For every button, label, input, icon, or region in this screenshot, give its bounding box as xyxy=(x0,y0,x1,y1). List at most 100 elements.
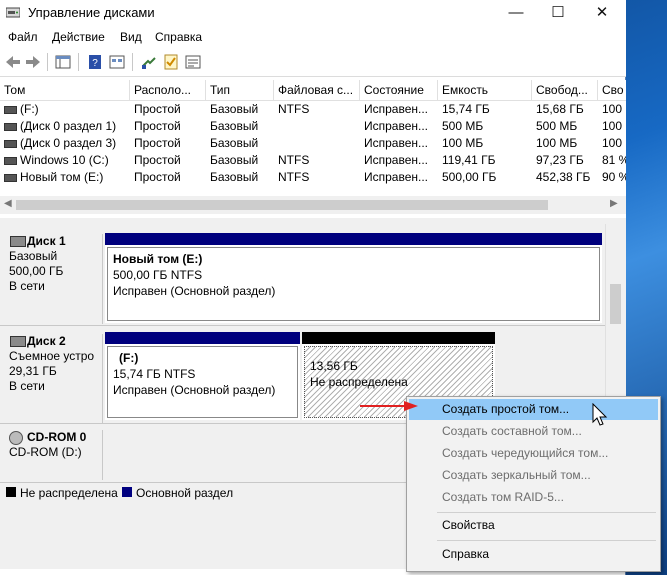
menu-view[interactable]: Вид xyxy=(120,30,142,44)
back-arrow-icon[interactable] xyxy=(4,53,22,71)
menu-create-spanned-volume[interactable]: Создать составной том... xyxy=(409,421,658,442)
table-cell: 100 МБ xyxy=(438,135,532,152)
maximize-button[interactable]: ☐ xyxy=(536,0,580,27)
table-cell xyxy=(274,135,360,152)
cell-text: Простой xyxy=(134,136,181,150)
disk2-info[interactable]: Диск 2 Съемное устро 29,31 ГБ В сети xyxy=(0,334,103,424)
volume-list: Том Располо... Тип Файловая с... Состоян… xyxy=(0,80,626,218)
column-percent-free[interactable]: Сво xyxy=(598,80,626,100)
cell-text: NTFS xyxy=(278,170,310,184)
scrollbar-thumb[interactable] xyxy=(16,200,548,210)
help-icon[interactable]: ? xyxy=(86,53,104,71)
scrollbar-thumb[interactable] xyxy=(610,284,621,324)
toolbar-separator xyxy=(47,53,48,71)
table-row[interactable]: Новый том (E:) Простой Базовый NTFS Исправен… xyxy=(0,169,626,186)
disk1-status: В сети xyxy=(9,279,45,293)
table-cell: Windows 10 (C:) xyxy=(0,152,130,169)
table-cell: 100 МБ xyxy=(532,135,598,152)
menu-create-simple-volume[interactable]: Создать простой том... xyxy=(409,399,658,420)
partition-status: Исправен (Основной раздел) xyxy=(113,383,276,397)
table-cell: Базовый xyxy=(206,169,274,186)
cell-text: Базовый xyxy=(210,136,259,150)
properties-icon[interactable] xyxy=(108,53,126,71)
menu-file[interactable]: Файл xyxy=(8,30,38,44)
close-button[interactable]: ✕ xyxy=(580,0,624,27)
menu-help[interactable]: Справка xyxy=(155,30,202,44)
table-cell: Базовый xyxy=(206,101,274,118)
column-layout[interactable]: Располо... xyxy=(130,80,206,100)
view-icon[interactable] xyxy=(184,53,202,71)
cell-text: Базовый xyxy=(210,170,259,184)
menu-help[interactable]: Справка xyxy=(409,544,658,565)
cdrom-info[interactable]: CD-ROM 0 CD-ROM (D:) xyxy=(0,430,103,480)
table-cell: (Диск 0 раздел 3) xyxy=(0,135,130,152)
table-cell: Простой xyxy=(130,135,206,152)
disk1-partition-e[interactable]: Новый том (E:) 500,00 ГБ NTFS Исправен (… xyxy=(105,233,602,323)
menu-create-raid5-volume[interactable]: Создать том RAID-5... xyxy=(409,487,658,508)
menu-bar: Файл Действие Вид Справка xyxy=(0,27,626,48)
forward-arrow-icon[interactable] xyxy=(24,53,42,71)
cell-text: 119,41 ГБ xyxy=(442,153,496,167)
menu-create-striped-volume[interactable]: Создать чередующийся том... xyxy=(409,443,658,464)
checklist-icon[interactable] xyxy=(162,53,180,71)
table-cell: 90 % xyxy=(598,169,626,186)
minimize-button[interactable]: — xyxy=(494,0,538,27)
disk2-partition-details: (F:) 15,74 ГБ NTFS Исправен (Основной ра… xyxy=(107,346,298,418)
scroll-left-icon[interactable]: ◀ xyxy=(4,198,12,209)
legend-primary-label: Основной раздел xyxy=(136,486,234,500)
cell-text: 90 % xyxy=(602,170,626,184)
annotation-arrow-icon xyxy=(360,401,418,411)
unallocated-bar xyxy=(302,332,495,344)
toolbar: ? xyxy=(0,48,626,77)
menu-create-mirrored-volume[interactable]: Создать зеркальный том... xyxy=(409,465,658,486)
table-row[interactable]: Windows 10 (C:) Простой Базовый NTFS Исправе… xyxy=(0,152,626,169)
volume-icon xyxy=(4,122,17,131)
table-cell: Простой xyxy=(130,101,206,118)
horizontal-scrollbar[interactable]: ◀ ▶ xyxy=(0,196,626,214)
partition-size: 500,00 ГБ NTFS xyxy=(113,268,203,282)
unallocated-size: 13,56 ГБ xyxy=(310,359,358,373)
column-volume[interactable]: Том xyxy=(0,80,130,100)
partition-title: (F:) xyxy=(119,351,139,365)
cell-text: 452,38 ГБ xyxy=(536,170,591,184)
disk-separator xyxy=(0,325,605,326)
table-cell: 97,23 ГБ xyxy=(532,152,598,169)
cell-text: Простой xyxy=(134,153,181,167)
context-menu: Создать простой том... Создать составной… xyxy=(406,396,661,572)
console-tree-icon[interactable] xyxy=(54,53,72,71)
menu-action[interactable]: Действие xyxy=(52,30,105,44)
cell-text: 100 МБ xyxy=(442,136,484,150)
column-type[interactable]: Тип xyxy=(206,80,274,100)
title-bar: Управление дисками — ☐ ✕ xyxy=(0,0,626,27)
cell-text: 500,00 ГБ xyxy=(442,170,497,184)
table-row[interactable]: (F:) Простой Базовый NTFS Исправен... 15,74 Г… xyxy=(0,101,626,118)
table-cell: 15,68 ГБ xyxy=(532,101,598,118)
scroll-right-icon[interactable]: ▶ xyxy=(610,198,618,209)
volume-list-header: Том Располо... Тип Файловая с... Состоян… xyxy=(0,80,626,101)
connect-icon[interactable] xyxy=(140,53,158,71)
disk1-info[interactable]: Диск 1 Базовый 500,00 ГБ В сети xyxy=(0,234,103,324)
table-cell: Простой xyxy=(130,152,206,169)
disk2-partition-f[interactable]: (F:) 15,74 ГБ NTFS Исправен (Основной ра… xyxy=(105,332,300,420)
cell-text: 500 МБ xyxy=(536,119,578,133)
table-row[interactable]: (Диск 0 раздел 1) Простой Базовый Исправен.… xyxy=(0,118,626,135)
column-status[interactable]: Состояние xyxy=(360,80,438,100)
primary-partition-bar xyxy=(105,332,300,344)
column-free-space[interactable]: Свобод... xyxy=(532,80,598,100)
column-filesystem[interactable]: Файловая с... xyxy=(274,80,360,100)
menu-separator xyxy=(437,540,656,541)
partition-title: Новый том (E:) xyxy=(113,252,203,266)
disk2-type: Съемное устро xyxy=(9,349,95,363)
column-capacity[interactable]: Емкость xyxy=(438,80,532,100)
table-cell: Простой xyxy=(130,118,206,135)
table-cell: Исправен... xyxy=(360,118,438,135)
cell-text: NTFS xyxy=(278,153,310,167)
cell-text: 97,23 ГБ xyxy=(536,153,584,167)
table-row[interactable]: (Диск 0 раздел 3) Простой Базовый Исправен.… xyxy=(0,135,626,152)
menu-properties[interactable]: Свойства xyxy=(409,515,658,536)
partition-size: 15,74 ГБ NTFS xyxy=(113,367,196,381)
cell-text: Базовый xyxy=(210,153,259,167)
cell-text: 100 xyxy=(602,102,623,116)
cell-text: (Диск 0 раздел 3) xyxy=(20,136,117,150)
table-cell: 100 xyxy=(598,118,626,135)
